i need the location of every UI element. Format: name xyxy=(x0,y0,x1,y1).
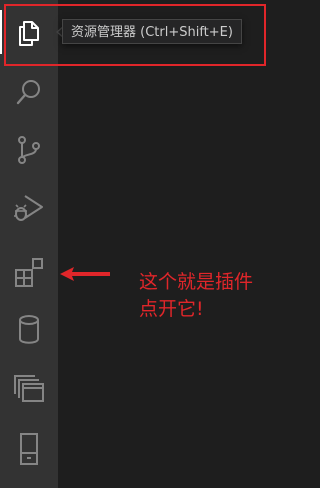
activity-item-extensions[interactable] xyxy=(0,247,58,297)
activity-bar xyxy=(0,0,58,488)
annotation-line-2: 点开它! xyxy=(139,298,204,320)
extensions-icon xyxy=(15,258,43,287)
source-control-icon xyxy=(18,136,40,164)
activity-item-run-debug[interactable] xyxy=(0,183,58,233)
activity-item-database[interactable] xyxy=(0,305,58,355)
activity-item-device[interactable] xyxy=(0,424,58,474)
windows-icon xyxy=(14,375,44,402)
search-icon xyxy=(16,80,40,105)
device-icon xyxy=(20,433,38,465)
annotation-text: 这个就是插件 点开它! xyxy=(139,269,279,323)
vscode-window: 资源管理器 (Ctrl+Shift+E) 这个就是插件 点开它! xyxy=(0,0,283,488)
editor-area xyxy=(58,0,283,488)
activity-item-source-control[interactable] xyxy=(0,125,58,175)
activity-item-search[interactable] xyxy=(0,67,58,117)
highlight-box xyxy=(4,4,266,66)
annotation-arrow-icon xyxy=(60,267,110,281)
annotation-line-1: 这个就是插件 xyxy=(139,271,254,293)
database-icon xyxy=(19,315,39,344)
run-debug-icon xyxy=(14,195,43,221)
activity-item-remote-explorer[interactable] xyxy=(0,364,58,414)
